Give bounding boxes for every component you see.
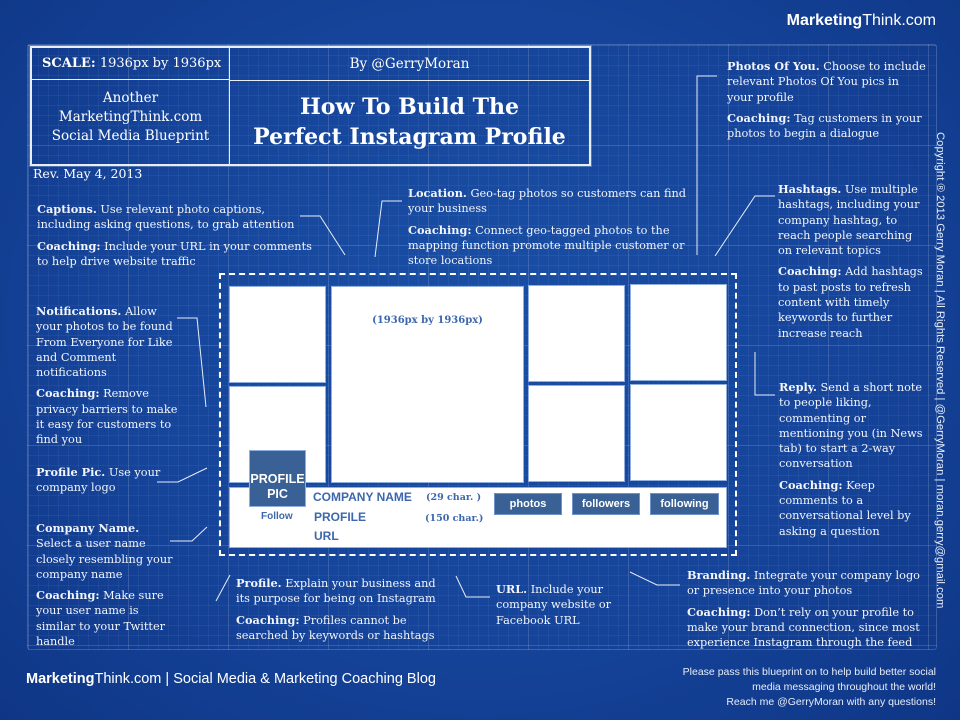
copyright-vertical: Copyright ® 2013 Gerry Moran | All Right… (934, 132, 946, 609)
leader-location (374, 200, 402, 258)
leader-captions (300, 215, 346, 256)
leader-notifications (177, 317, 207, 408)
leader-reply (754, 352, 775, 396)
leader-hashtags (714, 195, 775, 257)
leader-branding (629, 571, 680, 586)
leader-profile (215, 574, 231, 602)
leader-lines (157, 75, 775, 602)
footer-brand-bold: Marketing (26, 671, 95, 687)
footer-line: media messaging throughout the world! (752, 681, 936, 693)
footer-line: Reach me @GerryMoran with any questions! (726, 696, 936, 708)
footer-line: Please pass this blueprint on to help bu… (682, 666, 936, 678)
leader-url (455, 575, 490, 598)
footer-brand-rest: Think.com | Social Media & Marketing Coa… (94, 671, 436, 687)
footer-brand[interactable]: MarketingThink.com | Social Media & Mark… (26, 671, 436, 687)
footer-message: Please pass this blueprint on to help bu… (683, 665, 936, 710)
leader-photos-of-you (696, 75, 717, 255)
leader-company-name (170, 526, 208, 542)
leader-profile-pic (157, 467, 208, 483)
